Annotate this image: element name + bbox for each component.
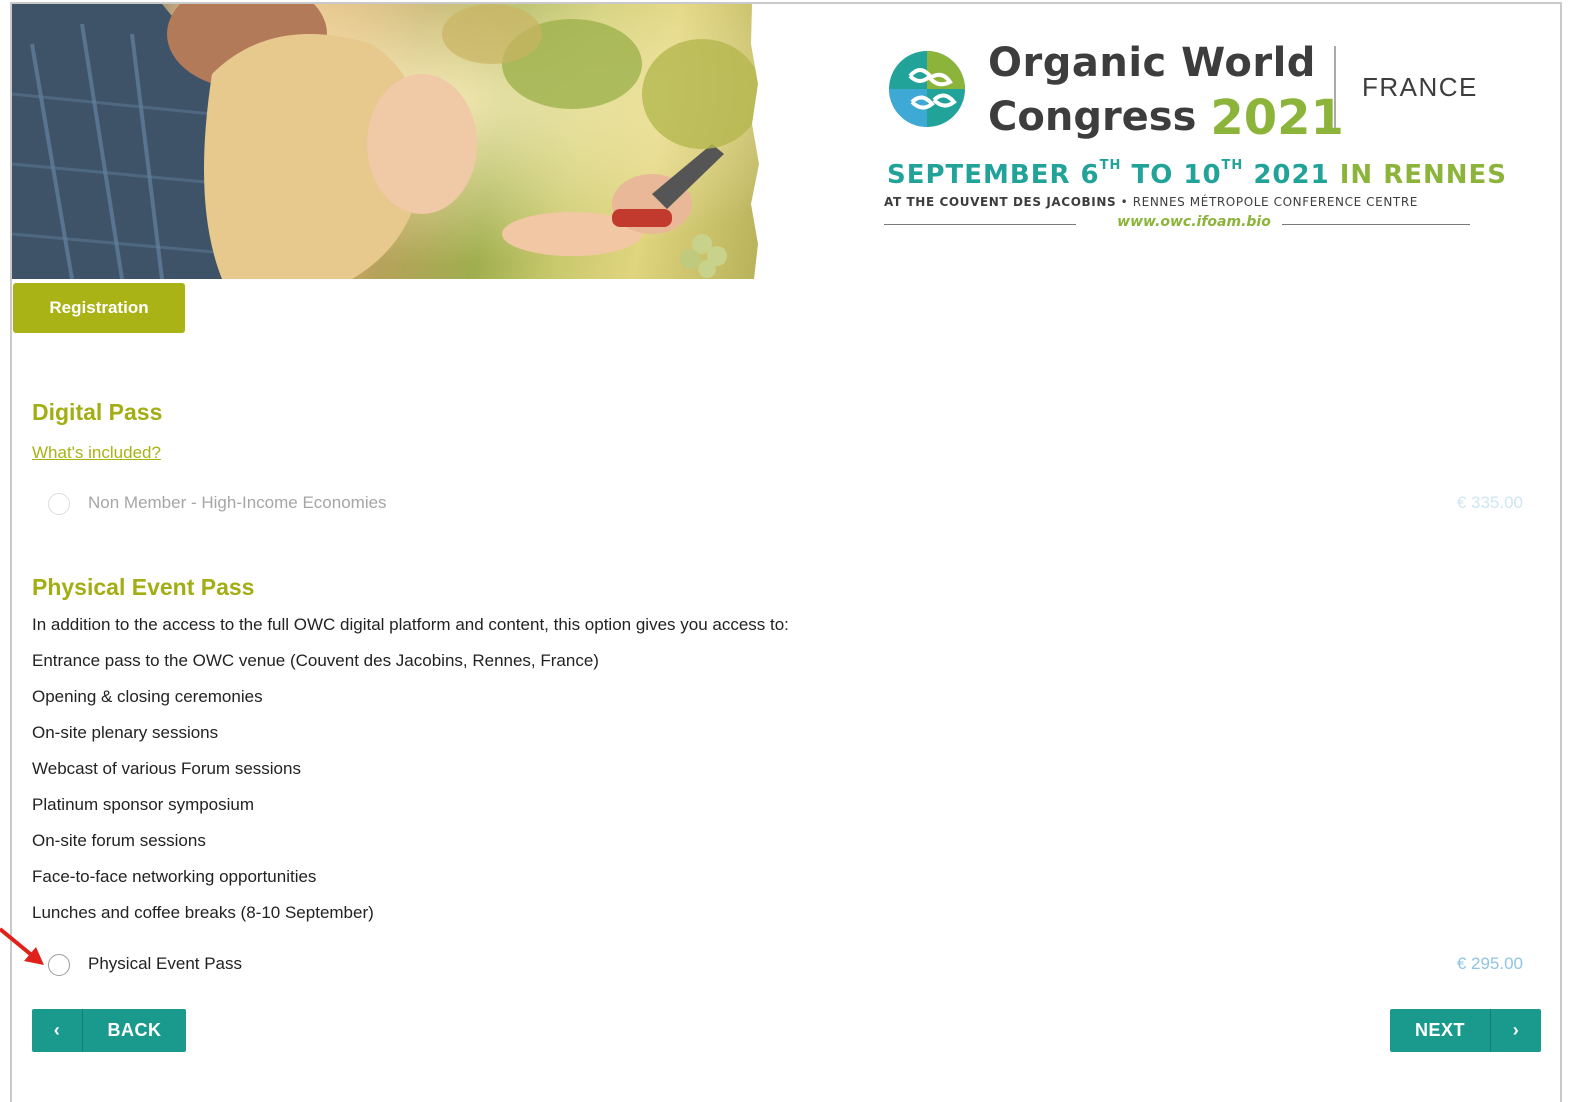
- physical-pass-feature: Face-to-face networking opportunities: [32, 867, 317, 886]
- url-rule-right: [1282, 224, 1470, 225]
- digital-pass-option-label: Non Member - High-Income Economies: [88, 493, 387, 512]
- next-button[interactable]: NEXT ›: [1390, 1009, 1541, 1052]
- physical-pass-option[interactable]: Physical Event Pass € 295.00: [48, 953, 1528, 979]
- chevron-right-icon: ›: [1490, 1009, 1541, 1052]
- header-photo-illustration: [12, 4, 760, 279]
- dates-sup2: TH: [1221, 158, 1244, 173]
- next-button-label: NEXT: [1414, 1020, 1465, 1040]
- dates-part2: TO 10: [1121, 160, 1222, 190]
- physical-pass-feature: On-site plenary sessions: [32, 723, 219, 742]
- venue-bold: AT THE COUVENT DES JACOBINS: [884, 195, 1117, 209]
- event-venue: AT THE COUVENT DES JACOBINS • RENNES MÉT…: [884, 195, 1418, 209]
- logo-title-line2: Congress 2021: [988, 86, 1344, 146]
- dates-part3: 2021: [1243, 160, 1340, 190]
- back-button[interactable]: ‹ BACK: [32, 1009, 186, 1052]
- digital-pass-title: Digital Pass: [32, 399, 163, 425]
- logo-country: FRANCE: [1362, 72, 1478, 102]
- physical-pass-title: Physical Event Pass: [32, 574, 255, 600]
- whats-included-link[interactable]: What's included?: [32, 443, 161, 463]
- venue-separator: •: [1116, 195, 1133, 209]
- physical-pass-feature: On-site forum sessions: [32, 831, 206, 850]
- physical-pass-feature: Webcast of various Forum sessions: [32, 759, 301, 778]
- physical-pass-feature: Entrance pass to the OWC venue (Couvent …: [32, 651, 599, 670]
- url-rule-left: [884, 224, 1076, 225]
- digital-pass-price: € 335.00: [1456, 493, 1523, 512]
- physical-pass-price: € 295.00: [1456, 954, 1523, 973]
- digital-pass-option[interactable]: Non Member - High-Income Economies € 335…: [48, 492, 1528, 518]
- back-button-label: BACK: [107, 1020, 162, 1040]
- physical-pass-feature: Lunches and coffee breaks (8-10 Septembe…: [32, 903, 374, 922]
- physical-pass-description: In addition to the access to the full OW…: [32, 615, 789, 634]
- dates-sup1: TH: [1099, 158, 1122, 173]
- physical-pass-feature: Platinum sponsor symposium: [32, 795, 255, 814]
- dates-part4: IN RENNES: [1339, 160, 1508, 190]
- logo-divider: [1334, 46, 1336, 128]
- venue-rest: RENNES MÉTROPOLE CONFERENCE CENTRE: [1132, 195, 1418, 209]
- logo-title-line1: Organic World: [988, 40, 1316, 86]
- logo-year: 2021: [1210, 90, 1344, 146]
- physical-pass-option-label: Physical Event Pass: [88, 954, 243, 973]
- event-url: www.owc.ifoam.bio: [1117, 214, 1271, 230]
- owc-logo-icon: [889, 51, 965, 127]
- event-dates: SEPTEMBER 6TH TO 10TH 2021 IN RENNES: [887, 158, 1508, 190]
- header-photo: [12, 4, 760, 279]
- digital-pass-radio[interactable]: [48, 493, 70, 515]
- chevron-left-icon: ‹: [32, 1009, 83, 1052]
- dates-part1: SEPTEMBER 6: [887, 160, 1100, 190]
- event-url-row: www.owc.ifoam.bio: [884, 214, 1470, 234]
- physical-pass-feature: Opening & closing ceremonies: [32, 687, 263, 706]
- tab-registration[interactable]: Registration: [13, 283, 185, 333]
- logo-congress: Congress: [988, 94, 1197, 140]
- physical-pass-radio[interactable]: [48, 954, 70, 976]
- pointer-arrow-icon: [0, 927, 44, 965]
